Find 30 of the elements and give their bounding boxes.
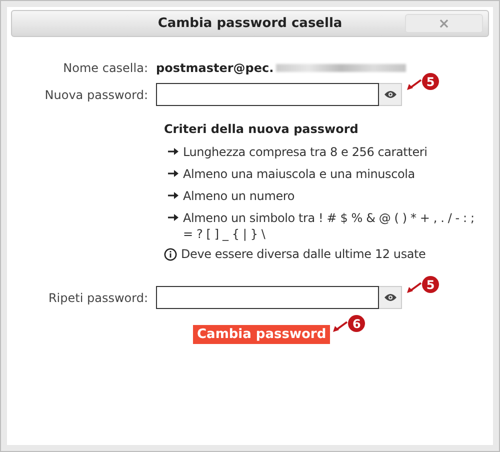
- pointer-arrow: [332, 321, 348, 333]
- field-label: Nome casella:: [62, 60, 149, 77]
- criteria-text: Almeno una maiuscola e una minuscola: [183, 166, 415, 182]
- field-label: Ripeti password:: [47, 290, 149, 306]
- pointer-arrow: [406, 282, 422, 294]
- callout-badge: 5: [422, 73, 439, 90]
- criteria-text: Almeno un numero: [183, 188, 294, 204]
- password-field[interactable]: [156, 83, 379, 106]
- arrow-icon: [168, 147, 179, 156]
- mailbox-address: postmaster@pec.: [156, 60, 274, 77]
- criteria-title: Criteri della nuova password: [164, 121, 360, 138]
- criteria-note: Deve essere diversa dalle ultime 12 usate: [181, 246, 426, 262]
- criteria-text: Lunghezza compresa tra 8 e 256 caratteri: [183, 144, 428, 160]
- password-field[interactable]: [156, 286, 379, 309]
- eye-icon: [384, 90, 396, 99]
- window-title: Cambia password casella: [158, 14, 342, 33]
- arrow-icon: [168, 213, 179, 222]
- field-label: Nuova password:: [44, 86, 149, 104]
- callout-badge: 5: [422, 276, 439, 293]
- close-button[interactable]: ×: [405, 14, 483, 33]
- pointer-arrow: [406, 79, 422, 91]
- arrow-icon: [168, 169, 179, 178]
- show-password-button[interactable]: [379, 83, 402, 106]
- info-icon: [164, 248, 177, 260]
- criteria-text: Almeno un simbolo tra ! # $ % & @ ( ) * + , . / - : ; = ? [ ] _ { | } \: [183, 210, 476, 242]
- submit-button[interactable]: Cambia password: [193, 325, 330, 344]
- show-password-button[interactable]: [379, 286, 402, 309]
- eye-icon: [384, 293, 396, 302]
- callout-badge: 6: [348, 315, 366, 332]
- arrow-icon: [168, 191, 179, 200]
